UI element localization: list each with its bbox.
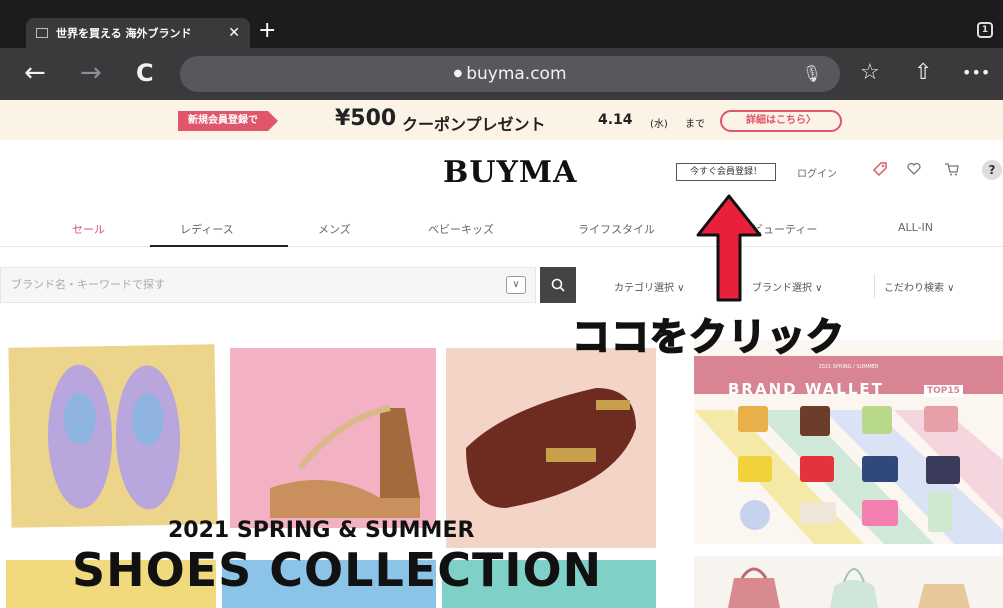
nav-item-baby-kids[interactable]: ベビーキッズ bbox=[428, 221, 494, 237]
wallet-thumbnail bbox=[738, 456, 772, 482]
tab-title: 世界を買える 海外ブランド bbox=[56, 27, 192, 40]
tag-icon[interactable] bbox=[872, 161, 888, 181]
wallet-banner-kicker: 2021 SPRING / SUMMER bbox=[818, 364, 879, 370]
browser-toolbar: ← → C ● buyma.com 🎙 ☆ ⇧ ••• bbox=[0, 48, 1003, 100]
wallet-thumbnail bbox=[800, 456, 834, 482]
login-link[interactable]: ログイン bbox=[797, 165, 837, 180]
buyma-logo[interactable]: BUYMA bbox=[443, 155, 577, 190]
heart-icon[interactable] bbox=[906, 161, 922, 181]
coupon-text: クーポンプレゼント bbox=[402, 115, 546, 134]
category-filter[interactable]: カテゴリ選択 ∨ bbox=[614, 279, 685, 294]
reload-button[interactable]: C bbox=[136, 58, 154, 88]
url-text: buyma.com bbox=[466, 64, 567, 84]
wallet-thumbnail bbox=[738, 406, 768, 432]
wallet-banner-badge: TOP15 bbox=[924, 385, 963, 397]
bookmark-star-icon[interactable]: ☆ bbox=[860, 59, 880, 87]
wallet-banner-header: 2021 SPRING / SUMMER BRAND WALLET TOP15 bbox=[694, 356, 1003, 398]
loafer-photo bbox=[446, 348, 656, 548]
coupon-date: 4.14 bbox=[598, 112, 633, 128]
forward-button[interactable]: → bbox=[80, 58, 102, 88]
nav-item-ladies[interactable]: レディース bbox=[180, 221, 234, 237]
category-nav: セール レディース メンズ ベビーキッズ ライフスタイル ビューティー ALL-… bbox=[0, 188, 1003, 248]
microphone-icon[interactable]: 🎙 bbox=[802, 56, 822, 92]
more-menu-icon[interactable]: ••• bbox=[962, 59, 990, 87]
wallet-thumbnail bbox=[862, 500, 898, 526]
search-icon bbox=[551, 278, 565, 292]
annotation-label: ココをクリック bbox=[571, 314, 846, 360]
cart-icon[interactable] bbox=[944, 161, 960, 181]
back-button[interactable]: ← bbox=[24, 58, 46, 88]
search-dropdown-button[interactable]: ∨ bbox=[506, 276, 526, 294]
annotation-arrow bbox=[694, 193, 764, 303]
coupon-until: まで bbox=[685, 119, 705, 130]
wallet-thumbnail bbox=[740, 500, 770, 530]
wedge-sandal-photo bbox=[230, 348, 436, 528]
wallet-thumbnail bbox=[926, 456, 960, 484]
nav-item-mens[interactable]: メンズ bbox=[318, 221, 351, 237]
tab-count-button[interactable]: 1 bbox=[977, 22, 993, 38]
lock-icon: ● bbox=[453, 68, 463, 79]
search-input[interactable]: ブランド名・キーワードで探す bbox=[0, 267, 536, 303]
wallet-thumbnail bbox=[800, 406, 830, 436]
wallet-banner-title: BRAND WALLET bbox=[728, 380, 884, 398]
brand-wallet-banner[interactable]: 2021 SPRING / SUMMER BRAND WALLET TOP15 bbox=[694, 340, 1003, 544]
search-button[interactable] bbox=[540, 267, 576, 303]
share-icon[interactable]: ⇧ bbox=[914, 59, 932, 87]
hero-subtitle: 2021 SPRING & SUMMER bbox=[168, 518, 475, 543]
wallet-thumbnail bbox=[928, 492, 952, 532]
wallet-thumbnail bbox=[800, 502, 836, 524]
browser-tab-bar: 世界を買える 海外ブランド ✕ + 1 bbox=[0, 0, 1003, 48]
address-bar[interactable]: ● buyma.com 🎙 bbox=[180, 56, 840, 92]
coupon-detail-button[interactable]: 詳細はこちら〉 bbox=[720, 110, 842, 132]
detail-search-filter[interactable]: こだわり検索 ∨ bbox=[884, 279, 955, 294]
nav-item-sale[interactable]: セール bbox=[72, 221, 105, 237]
nav-item-lifestyle[interactable]: ライフスタイル bbox=[578, 221, 655, 237]
coupon-amount: ¥500 bbox=[335, 106, 397, 131]
nav-item-all-in[interactable]: ALL-IN bbox=[898, 221, 933, 234]
wallet-thumbnail bbox=[862, 406, 892, 434]
browser-tab[interactable]: 世界を買える 海外ブランド ✕ bbox=[26, 18, 250, 48]
help-icon[interactable]: ? bbox=[982, 160, 1002, 180]
active-tab-indicator bbox=[150, 245, 288, 247]
favicon-icon bbox=[36, 28, 48, 38]
moccasin-photo bbox=[8, 344, 218, 528]
coupon-weekday: (水) bbox=[650, 119, 668, 130]
new-tab-button[interactable]: + bbox=[258, 19, 276, 43]
hero-title: SHOES COLLECTION bbox=[72, 543, 603, 597]
coupon-tag: 新規会員登録で bbox=[178, 111, 278, 131]
close-tab-icon[interactable]: ✕ bbox=[228, 25, 240, 41]
coupon-banner[interactable]: 新規会員登録で ¥500 クーポンプレゼント 4.14 (水) まで 詳細はこち… bbox=[0, 100, 1003, 140]
bag-banner[interactable] bbox=[694, 556, 1003, 608]
filter-divider bbox=[874, 274, 875, 298]
wallet-thumbnail bbox=[924, 406, 958, 432]
wallet-thumbnail bbox=[862, 456, 898, 482]
register-button[interactable]: 今すぐ会員登録！ bbox=[676, 163, 776, 181]
